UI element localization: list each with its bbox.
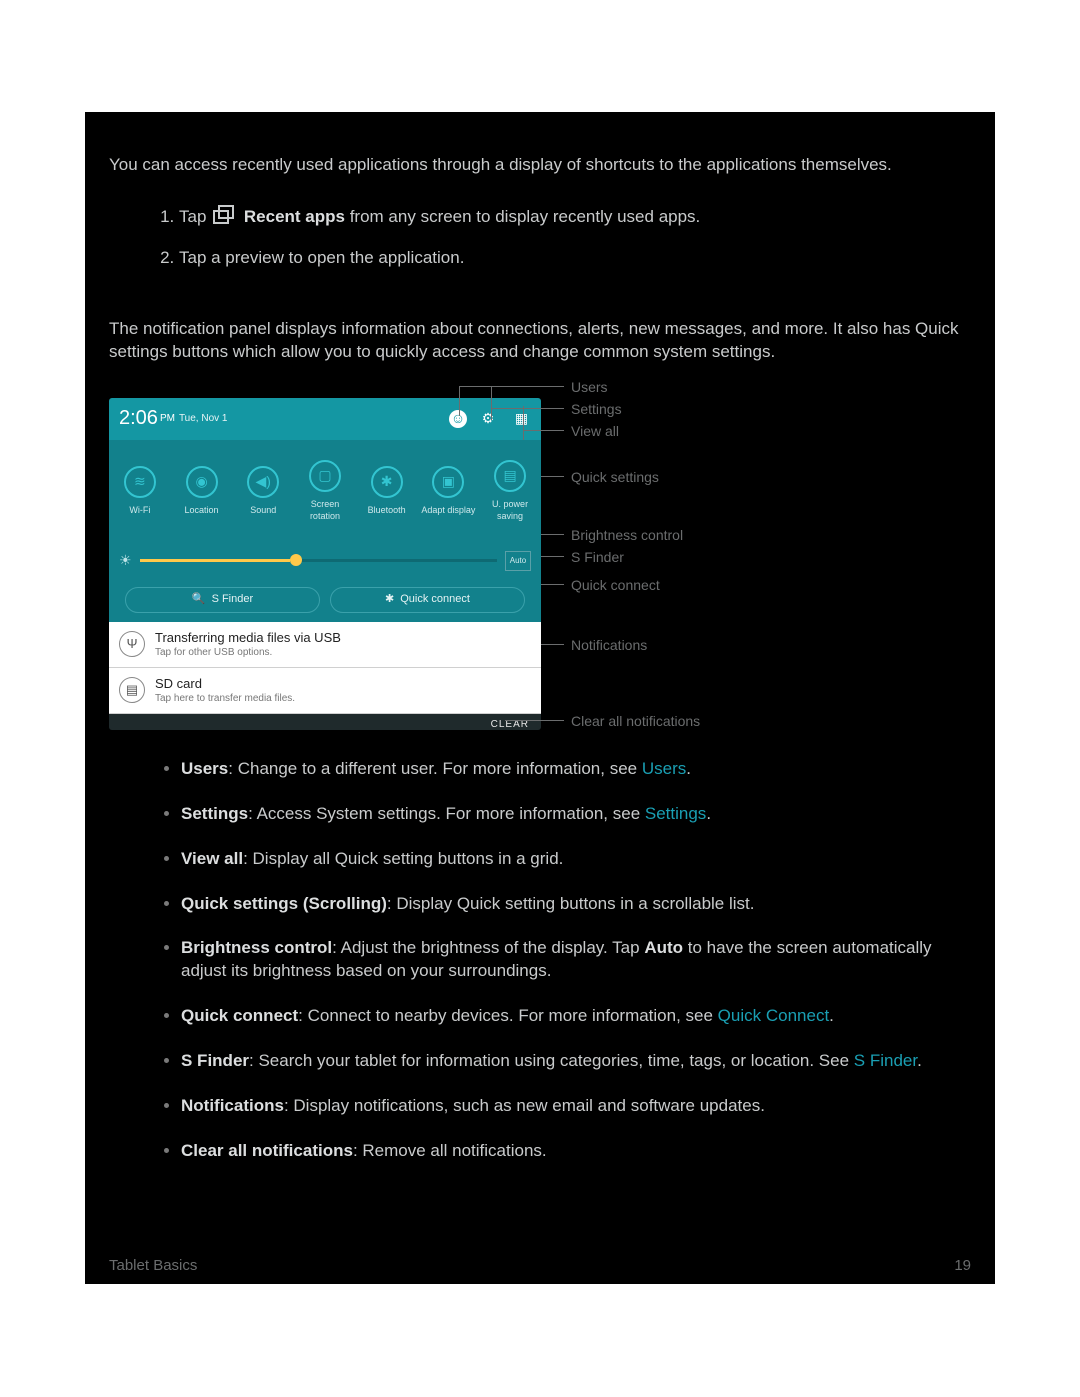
screenshot-annotated: 2:06 PM Tue, Nov 1 ☺ ⚙ ▦ ≋Wi-Fi ◉Locatio… <box>109 386 971 730</box>
def-settings: Settings: Access System settings. For mo… <box>181 803 971 826</box>
steps-list: Tap Recent apps from any screen to displ… <box>109 205 971 270</box>
link-users[interactable]: Users <box>642 759 686 778</box>
def-quicksettings: Quick settings (Scrolling): Display Quic… <box>181 893 971 916</box>
user-icon[interactable]: ☺ <box>449 410 467 428</box>
link-sfinder[interactable]: S Finder <box>854 1051 917 1070</box>
qs-power[interactable]: ▤U. power saving <box>482 460 538 522</box>
page: You can access recently used application… <box>85 112 995 1284</box>
ann-viewall: View all <box>571 422 619 441</box>
step1-tap: Tap <box>179 207 206 226</box>
quick-settings-row: ≋Wi-Fi ◉Location ◀)Sound ▢Screen rotatio… <box>109 440 541 538</box>
footer: Tablet Basics 19 <box>109 1256 971 1276</box>
ann-notifications: Notifications <box>571 636 647 655</box>
def-viewall: View all: Display all Quick setting butt… <box>181 848 971 871</box>
clear-button[interactable]: CLEAR <box>109 714 541 730</box>
step-2: Tap a preview to open the application. <box>179 247 971 270</box>
recent-apps-icon <box>213 205 237 225</box>
def-users: Users: Change to a different user. For m… <box>181 758 971 781</box>
sfinder-button[interactable]: 🔍S Finder <box>125 587 320 613</box>
def-clearall: Clear all notifications: Remove all noti… <box>181 1140 971 1163</box>
def-brightness: Brightness control: Adjust the brightnes… <box>181 937 971 983</box>
def-notifications: Notifications: Display notifications, su… <box>181 1095 971 1118</box>
notification-usb[interactable]: Ψ Transferring media files via USBTap fo… <box>109 622 541 668</box>
qs-sound[interactable]: ◀)Sound <box>235 466 291 516</box>
panel-intro: The notification panel displays informat… <box>109 318 971 364</box>
def-sfinder: S Finder: Search your tablet for informa… <box>181 1050 971 1073</box>
sdcard-icon: ▤ <box>119 677 145 703</box>
notification-sdcard[interactable]: ▤ SD cardTap here to transfer media file… <box>109 668 541 714</box>
ann-users: Users <box>571 378 608 397</box>
step1-rest: from any screen to display recently used… <box>345 207 700 226</box>
quickconnect-button[interactable]: ✱Quick connect <box>330 587 525 613</box>
content: You can access recently used application… <box>85 112 995 1284</box>
definitions-list: Users: Change to a different user. For m… <box>109 758 971 1163</box>
shot-topbar: 2:06 PM Tue, Nov 1 ☺ ⚙ ▦ <box>109 398 541 440</box>
link-settings[interactable]: Settings <box>645 804 706 823</box>
qs-bluetooth[interactable]: ✱Bluetooth <box>359 466 415 516</box>
ann-clearall: Clear all notifications <box>571 712 700 731</box>
finder-row: 🔍S Finder ✱Quick connect <box>109 584 541 622</box>
search-icon: 🔍 <box>192 592 206 607</box>
ann-brightness: Brightness control <box>571 526 683 545</box>
ann-settings: Settings <box>571 400 622 419</box>
brightness-icon: ☀ <box>119 551 132 570</box>
brightness-slider[interactable] <box>140 559 497 562</box>
shot-clock: 2:06 <box>119 405 158 432</box>
shot-date: Tue, Nov 1 <box>179 412 228 426</box>
qs-location[interactable]: ◉Location <box>174 466 230 516</box>
footer-page: 19 <box>954 1256 971 1276</box>
brightness-row: ☀ Auto <box>109 538 541 584</box>
auto-brightness-toggle[interactable]: Auto <box>505 551 531 571</box>
intro-text: You can access recently used application… <box>109 154 971 177</box>
qs-wifi[interactable]: ≋Wi-Fi <box>112 466 168 516</box>
connect-icon: ✱ <box>385 592 394 607</box>
qs-adapt[interactable]: ▣Adapt display <box>420 466 476 516</box>
ann-sfinder: S Finder <box>571 548 624 567</box>
notification-panel-screenshot: 2:06 PM Tue, Nov 1 ☺ ⚙ ▦ ≋Wi-Fi ◉Locatio… <box>109 398 541 730</box>
shot-ampm: PM <box>160 412 175 426</box>
step1-bold: Recent apps <box>244 207 345 226</box>
ann-quickconnect: Quick connect <box>571 576 660 595</box>
link-quickconnect[interactable]: Quick Connect <box>718 1006 830 1025</box>
footer-section: Tablet Basics <box>109 1256 197 1276</box>
qs-rotation[interactable]: ▢Screen rotation <box>297 460 353 522</box>
ann-quicksettings: Quick settings <box>571 468 659 487</box>
grid-icon[interactable]: ▦ <box>509 408 531 430</box>
usb-icon: Ψ <box>119 631 145 657</box>
step-1: Tap Recent apps from any screen to displ… <box>179 205 971 229</box>
gear-icon[interactable]: ⚙ <box>477 408 499 430</box>
def-quickconnect: Quick connect: Connect to nearby devices… <box>181 1005 971 1028</box>
